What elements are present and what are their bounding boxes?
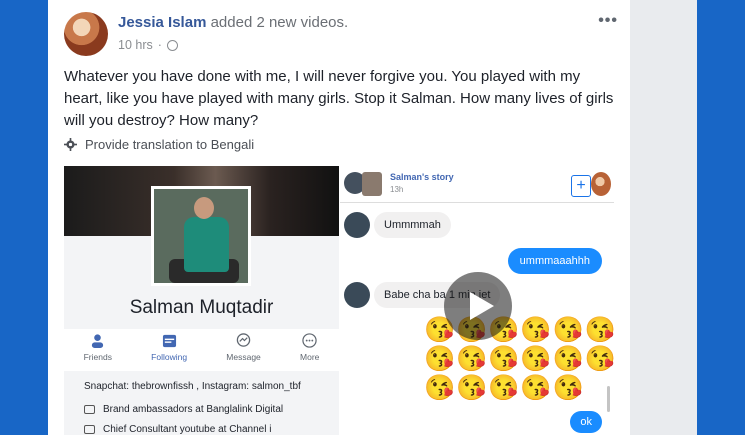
bio-snapchat: Snapchat: thebrownfissh , Instagram: sal… xyxy=(84,381,301,392)
post-action: added 2 new videos. xyxy=(210,14,349,31)
following-action[interactable]: Following xyxy=(151,329,187,371)
friends-action[interactable]: Friends xyxy=(84,329,112,371)
add-story-icon: + xyxy=(571,175,591,197)
post-time[interactable]: 10 hrs xyxy=(118,38,153,52)
globe-icon[interactable] xyxy=(166,39,178,51)
author-avatar[interactable] xyxy=(64,12,108,56)
story-title: Salman's story xyxy=(390,172,454,182)
bio-line-2: Chief Consultant youtube at Channel i xyxy=(84,424,271,435)
profile-picture xyxy=(151,186,251,286)
post-card: Jessia Islam added 2 new videos. 10 hrs … xyxy=(48,0,630,435)
chat-scrollbar xyxy=(607,386,610,412)
gear-icon xyxy=(64,138,77,151)
more-icon xyxy=(302,333,317,348)
message-outgoing: ummmaaahhh xyxy=(507,248,602,274)
post-header: Jessia Islam added 2 new videos. xyxy=(118,14,348,31)
post-meta: 10 hrs · xyxy=(118,38,178,52)
profile-screenshot: Salman Muqtadir Friends Following Messag… xyxy=(64,166,339,435)
sender-avatar xyxy=(344,212,370,238)
emoji-row: 😘😘😘😘😘😘 xyxy=(424,345,614,373)
author-name[interactable]: Jessia Islam xyxy=(118,14,206,31)
following-icon xyxy=(162,334,176,348)
play-video-button[interactable] xyxy=(444,272,512,340)
meta-separator: · xyxy=(157,38,162,52)
friends-icon xyxy=(92,334,104,348)
bio-line-1: Brand ambassadors at Banglalink Digital xyxy=(84,404,283,415)
briefcase-icon xyxy=(84,404,95,414)
message-action[interactable]: Message xyxy=(226,329,261,371)
divider xyxy=(340,202,614,203)
more-action[interactable]: More xyxy=(300,329,319,371)
more-options-icon[interactable]: ••• xyxy=(598,12,618,30)
bio-line-1-text: Brand ambassadors at Banglalink Digital xyxy=(103,404,284,415)
message-label: Message xyxy=(226,352,261,362)
messenger-icon xyxy=(236,333,251,347)
emoji-grid: 😘😘😘😘😘😘 😘😘😘😘😘😘 😘😘😘😘😘 xyxy=(424,316,614,403)
profile-actions: Friends Following Message More xyxy=(64,329,339,371)
right-background xyxy=(697,0,745,435)
emoji-row: 😘😘😘😘😘 xyxy=(424,374,585,402)
translate-link[interactable]: Provide translation to Bengali xyxy=(64,137,254,152)
left-background xyxy=(0,0,48,435)
message-outgoing: ok xyxy=(570,411,602,433)
sender-avatar xyxy=(344,282,370,308)
user-avatar xyxy=(591,172,611,196)
post-text: Whatever you have done with me, I will n… xyxy=(64,68,614,129)
friends-label: Friends xyxy=(83,352,112,362)
briefcase-icon xyxy=(84,424,95,434)
more-label: More xyxy=(300,352,320,362)
story-header: Salman's story 13h + xyxy=(344,170,611,200)
right-gutter xyxy=(630,0,698,435)
bio-line-2-text: Chief Consultant youtube at Channel i xyxy=(103,424,272,435)
translate-label: Provide translation to Bengali xyxy=(85,137,255,152)
following-label: Following xyxy=(151,352,188,362)
profile-name: Salman Muqtadir xyxy=(129,297,274,318)
story-thumbnail xyxy=(362,172,382,196)
video-attachment[interactable]: Salman Muqtadir Friends Following Messag… xyxy=(64,166,614,435)
message-incoming: Ummmmah xyxy=(374,212,451,238)
story-time: 13h xyxy=(390,185,404,194)
